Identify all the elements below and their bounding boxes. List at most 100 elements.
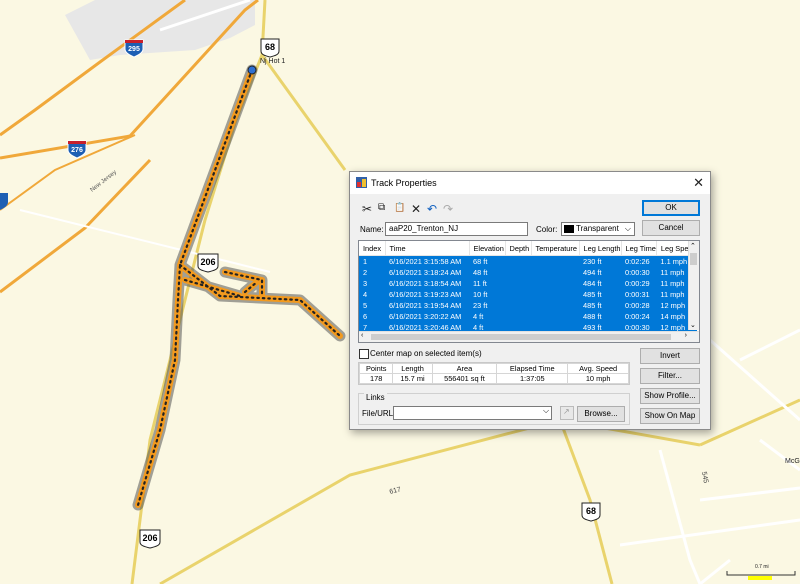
cell-temperature: [531, 267, 579, 278]
cut-icon[interactable]: ✂: [362, 202, 372, 216]
show-profile-button[interactable]: Show Profile...: [640, 388, 700, 404]
cell-elevation: 23 ft: [469, 300, 505, 311]
cell-elevation: 11 ft: [469, 278, 505, 289]
cell-index: 5: [359, 300, 385, 311]
scroll-thumb[interactable]: [690, 253, 697, 265]
interstate-276-shield: 276: [67, 140, 87, 159]
delete-icon[interactable]: ✕: [411, 202, 421, 216]
cell-temperature: [531, 278, 579, 289]
scroll-up-icon[interactable]: ⌃: [690, 242, 696, 250]
table-row[interactable]: 3 6/16/2021 3:18:54 AM 11 ft 484 ft 0:00:29 1…: [359, 278, 698, 289]
cell-time: 6/16/2021 3:20:22 AM: [385, 311, 469, 322]
color-select[interactable]: Transparent ⌵: [561, 222, 635, 236]
label-new-jersey: New Jersey: [90, 170, 118, 194]
column-header-time[interactable]: Time: [385, 241, 470, 256]
svg-text:68: 68: [265, 42, 275, 52]
links-group: Links File/URL: ⌵ ↗ Browse...: [358, 393, 630, 425]
cell-leg-time: 0:00:31: [621, 289, 657, 300]
road-617: [159, 418, 701, 584]
chevron-down-icon: ⌵: [624, 224, 631, 233]
stats-value-row: 178 15.7 mi 556401 sq ft 1:37:05 10 mph: [358, 373, 629, 384]
scroll-thumb-horizontal[interactable]: [371, 334, 671, 340]
close-icon[interactable]: ✕: [693, 175, 704, 191]
route-68-shield-south: 68: [581, 502, 601, 522]
cell-leg-time: 0:02:26: [621, 255, 657, 267]
svg-text:295: 295: [128, 46, 140, 53]
column-header-leg-length[interactable]: Leg Length: [579, 241, 622, 256]
cell-depth: [505, 289, 531, 300]
track-properties-icon: [356, 177, 367, 188]
cell-leg-length: 230 ft: [579, 255, 621, 267]
stats-header-length: Length: [392, 363, 433, 374]
minor-road-2: [19, 209, 271, 273]
center-map-label[interactable]: Center map on selected item(s): [370, 349, 482, 358]
center-map-checkbox[interactable]: [359, 349, 369, 359]
invert-button[interactable]: Invert: [640, 348, 700, 364]
name-input[interactable]: aaP20_Trenton_NJ: [385, 222, 528, 236]
cell-time: 6/16/2021 3:15:58 AM: [385, 255, 469, 267]
cell-time: 6/16/2021 3:18:54 AM: [385, 278, 469, 289]
minor-road-9: [759, 438, 800, 472]
scroll-right-icon[interactable]: ›: [685, 332, 687, 339]
redo-icon[interactable]: ↷: [443, 202, 453, 216]
table-header-row: Index Time Elevation Depth Temperature L…: [359, 241, 698, 256]
undo-icon[interactable]: ↶: [427, 202, 437, 216]
table-row[interactable]: 4 6/16/2021 3:19:23 AM 10 ft 485 ft 0:00:31 1…: [359, 289, 698, 300]
table-vertical-scrollbar[interactable]: ⌃ ⌄: [688, 241, 699, 330]
cell-elevation: 68 ft: [469, 255, 505, 267]
file-url-input[interactable]: [393, 406, 552, 420]
show-on-map-button[interactable]: Show On Map: [640, 408, 700, 424]
stats-elapsed-time: 1:37:05: [496, 373, 569, 384]
minor-road-4: [699, 486, 800, 502]
column-header-leg-time[interactable]: Leg Time: [621, 241, 657, 256]
scale-bar: 0.7 mi: [726, 564, 796, 580]
scroll-left-icon[interactable]: ‹: [361, 332, 363, 339]
column-header-temperature[interactable]: Temperature: [531, 241, 580, 256]
cell-leg-time: 0:00:28: [621, 300, 657, 311]
cell-leg-time: 0:00:30: [621, 267, 657, 278]
route-68-shield: 68: [260, 38, 280, 58]
cell-elevation: 10 ft: [469, 289, 505, 300]
dialog-titlebar: Track Properties ✕: [350, 172, 710, 194]
svg-text:68: 68: [586, 506, 596, 516]
cell-leg-length: 488 ft: [579, 311, 621, 322]
cell-leg-time: 0:00:29: [621, 278, 657, 289]
table-row[interactable]: 2 6/16/2021 3:18:24 AM 48 ft 494 ft 0:00:30 1…: [359, 267, 698, 278]
cancel-button[interactable]: Cancel: [642, 220, 700, 236]
cell-time: 6/16/2021 3:19:23 AM: [385, 289, 469, 300]
cell-temperature: [531, 289, 579, 300]
cell-index: 2: [359, 267, 385, 278]
filter-button[interactable]: Filter...: [640, 368, 700, 384]
column-header-depth[interactable]: Depth: [505, 241, 532, 256]
scroll-down-icon[interactable]: ⌄: [690, 321, 696, 329]
cell-index: 3: [359, 278, 385, 289]
table-row[interactable]: 6 6/16/2021 3:20:22 AM 4 ft 488 ft 0:00:24 14…: [359, 311, 698, 322]
track-line[interactable]: [132, 64, 346, 511]
cell-elevation: 48 ft: [469, 267, 505, 278]
table-horizontal-scrollbar[interactable]: ‹ ›: [359, 331, 699, 342]
file-url-dropdown-icon[interactable]: ⌵: [543, 406, 549, 416]
svg-text:0.7 mi: 0.7 mi: [755, 564, 769, 570]
ok-button[interactable]: OK: [642, 200, 700, 216]
column-header-elevation[interactable]: Elevation: [469, 241, 506, 256]
route-206-shield-south: 206: [139, 529, 161, 549]
column-header-index[interactable]: Index: [359, 241, 386, 256]
route-206-shield: 206: [197, 253, 219, 273]
table-row[interactable]: 1 6/16/2021 3:15:58 AM 68 ft 230 ft 0:02:26 1…: [359, 255, 698, 267]
color-swatch: [564, 224, 574, 233]
copy-icon[interactable]: ⧉: [378, 202, 385, 213]
file-url-label: File/URL:: [362, 409, 396, 418]
minor-road-7: [739, 328, 800, 362]
open-link-button[interactable]: ↗: [560, 406, 574, 420]
svg-text:206: 206: [142, 533, 157, 543]
name-label: Name:: [360, 225, 384, 234]
go-icon: ↗: [563, 407, 570, 416]
cell-depth: [505, 278, 531, 289]
stats-header-row: Points Length Area Elapsed Time Avg. Spe…: [358, 363, 629, 374]
browse-button[interactable]: Browse...: [577, 406, 625, 422]
color-label: Color:: [536, 225, 558, 234]
interstate-partial-shield: [0, 193, 8, 210]
paste-icon[interactable]: 📋: [394, 202, 405, 213]
table-row[interactable]: 5 6/16/2021 3:19:54 AM 23 ft 485 ft 0:00:28 1…: [359, 300, 698, 311]
track-points-table[interactable]: Index Time Elevation Depth Temperature L…: [358, 240, 700, 343]
